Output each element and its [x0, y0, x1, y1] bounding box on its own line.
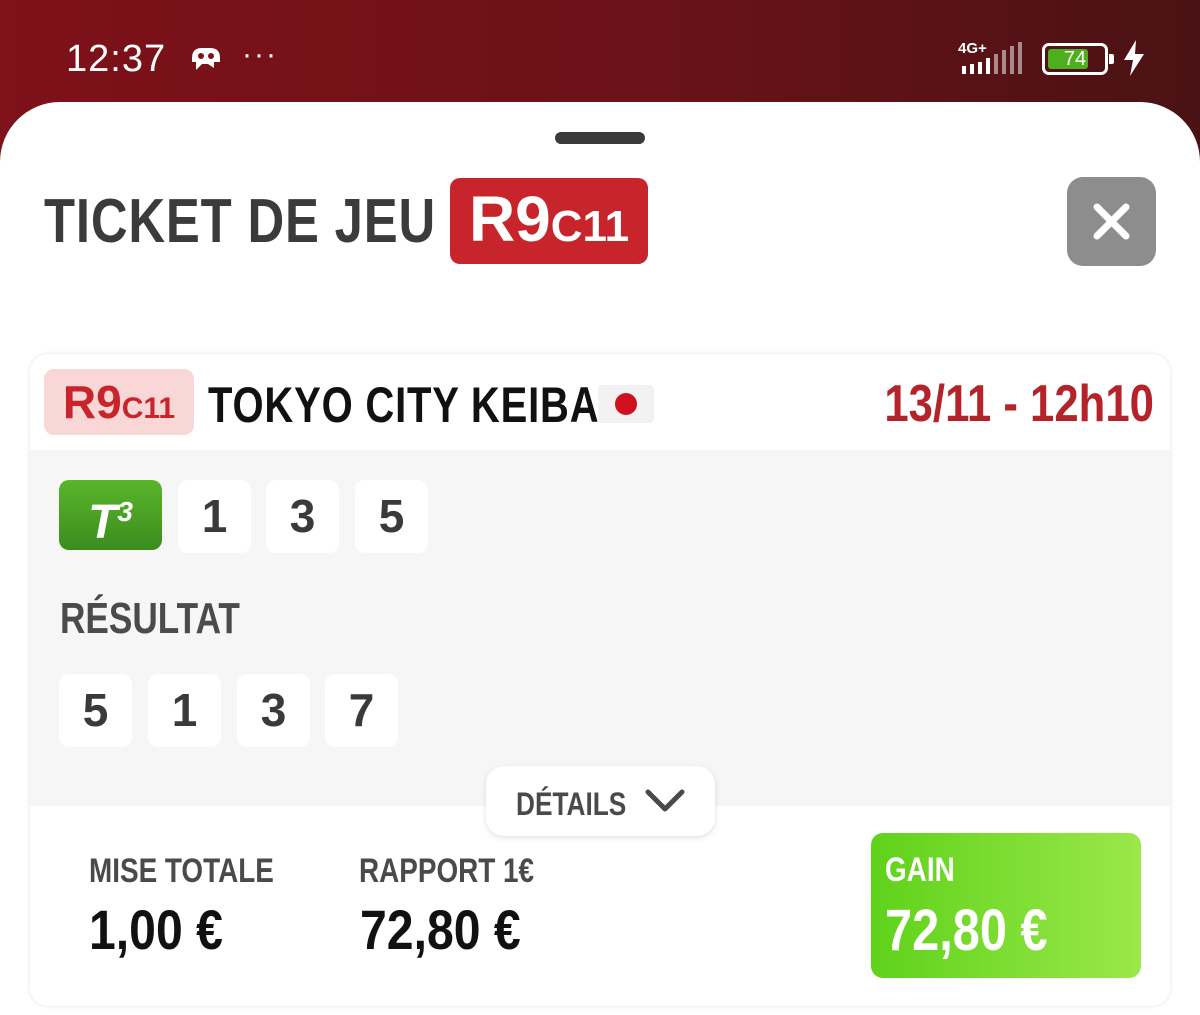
- ticket-reunion-label: R9: [62, 376, 122, 428]
- ticket-header: R9 C11 TOKYO CITY KEIBA 13/11 - 12h10: [30, 354, 1170, 450]
- japan-flag-icon: [598, 385, 654, 423]
- chevron-down-icon: [645, 789, 685, 812]
- flag-dot: [615, 393, 637, 415]
- bolt-icon: [1124, 40, 1144, 76]
- ticket-body: T3 1 3 5 RÉSULTAT 5 1 3 7: [30, 450, 1170, 806]
- close-button[interactable]: [1067, 177, 1156, 266]
- gain-value: 72,80 €: [885, 898, 1048, 963]
- bet-type-badge: T3: [59, 480, 162, 550]
- selection-number: 3: [266, 480, 339, 553]
- result-number: 5: [59, 674, 132, 747]
- status-time: 12:37: [66, 38, 167, 80]
- result-number: 1: [148, 674, 221, 747]
- ticket-course-label: C11: [121, 392, 176, 425]
- race-datetime: 13/11 - 12h10: [884, 375, 1154, 433]
- rapport-label: RAPPORT 1€: [359, 852, 535, 890]
- battery-cap: [1109, 54, 1114, 64]
- details-label: DÉTAILS: [516, 786, 627, 822]
- battery-level: 74: [1063, 48, 1087, 70]
- more-notifications-icon: ···: [242, 38, 278, 71]
- result-label: RÉSULTAT: [60, 594, 240, 643]
- signal-icon: [962, 42, 1022, 74]
- selection-number: 1: [178, 480, 251, 553]
- reunion-label: R9: [468, 183, 551, 255]
- ticket-race-badge: R9 C11: [44, 369, 194, 435]
- mise-totale-label: MISE TOTALE: [89, 852, 274, 890]
- race-badge: R9 C11: [450, 178, 648, 264]
- course-label: C11: [550, 202, 630, 251]
- bet-type-sup: 3: [117, 496, 133, 527]
- gain-label: GAIN: [885, 851, 955, 889]
- gain-box: GAIN 72,80 €: [871, 833, 1141, 978]
- sheet-title: TICKET DE JEU: [44, 187, 437, 256]
- battery-icon: 74: [1042, 43, 1114, 75]
- selection-number: 5: [355, 480, 428, 553]
- track-name: TOKYO CITY KEIBA: [208, 377, 600, 433]
- status-bar: 12:37 ··· 4G+ 74: [0, 0, 1200, 110]
- result-number: 7: [325, 674, 398, 747]
- mise-totale-value: 1,00 €: [89, 898, 223, 961]
- details-button[interactable]: DÉTAILS: [486, 766, 715, 836]
- bet-type-letter: T: [88, 496, 118, 549]
- close-icon: [1093, 203, 1130, 240]
- sheet-drag-handle[interactable]: [555, 132, 645, 144]
- drone-icon: [192, 48, 220, 70]
- rapport-value: 72,80 €: [360, 898, 521, 961]
- result-number: 3: [237, 674, 310, 747]
